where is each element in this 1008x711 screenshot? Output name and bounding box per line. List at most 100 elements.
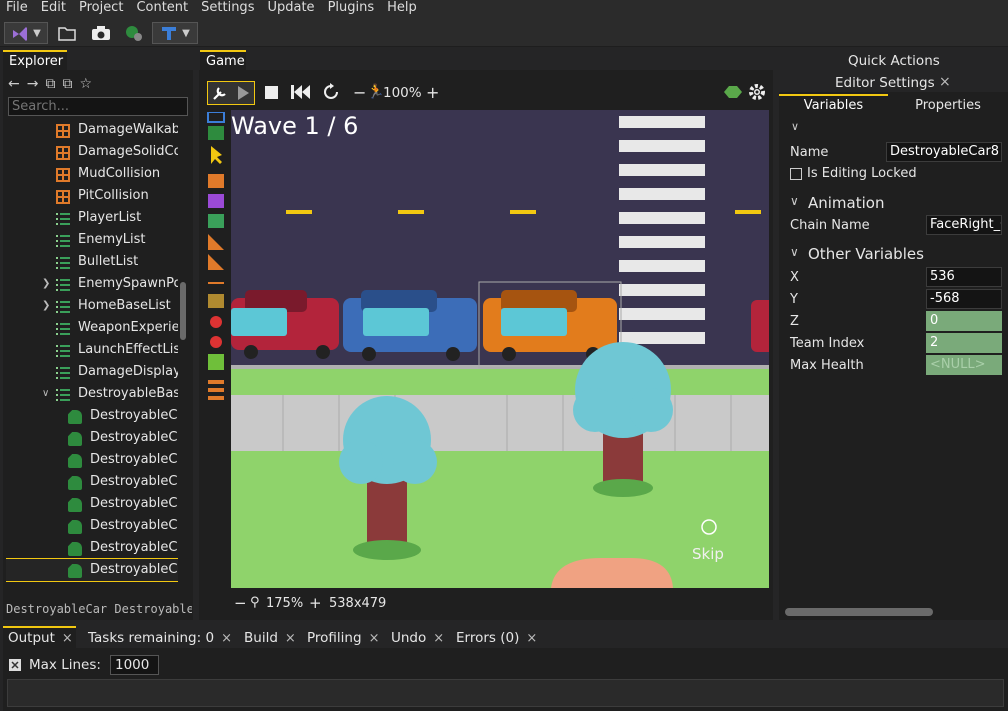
tree-item[interactable]: DamageSolidCo	[6, 141, 178, 163]
close-icon[interactable]: ×	[62, 631, 73, 646]
menu-content[interactable]: Content	[130, 0, 195, 17]
copy-icon[interactable]: ⧉	[62, 76, 72, 92]
open-folder-button[interactable]	[55, 22, 79, 44]
bottom-tab-label: Tasks remaining: 0	[88, 630, 215, 646]
bottom-tab[interactable]: Undo ×	[391, 628, 444, 648]
max-lines-input[interactable]: 1000	[110, 655, 159, 675]
stop-icon[interactable]	[264, 85, 279, 100]
tree-item[interactable]: DestroyableCa	[6, 471, 178, 493]
close-icon[interactable]: ×	[221, 631, 232, 646]
tab-variables[interactable]: Variables	[779, 94, 888, 114]
close-icon[interactable]: ×	[433, 631, 444, 646]
name-field[interactable]: DestroyableCar8	[886, 142, 1002, 162]
bottom-tab[interactable]: Profiling ×	[307, 628, 379, 648]
close-icon[interactable]: ×	[939, 74, 951, 90]
menu-settings[interactable]: Settings	[195, 0, 261, 17]
collapse-all-icon[interactable]: ⧉	[45, 76, 55, 92]
collapse-chevron-icon[interactable]: ∨	[791, 120, 799, 133]
tree-item[interactable]: DamageWalkab	[6, 119, 178, 141]
menu-plugins[interactable]: Plugins	[322, 0, 382, 17]
collapse-arrow-icon[interactable]: ∨	[42, 383, 49, 405]
tree-item[interactable]: DestroyableCa	[6, 493, 178, 515]
editing-locked-checkbox[interactable]	[790, 167, 802, 180]
tree-item[interactable]: ❯ HomeBaseList	[6, 295, 178, 317]
explorer-tree: DamageWalkab DamageSolidCo MudCollision Pit…	[6, 119, 178, 587]
menu-help[interactable]: Help	[381, 0, 424, 17]
restart-icon[interactable]	[290, 84, 312, 100]
tree-item[interactable]: DamageDisplay	[6, 361, 178, 383]
tree-item[interactable]: ❯ EnemySpawnPo	[6, 273, 178, 295]
tab-editor-settings[interactable]: Editor Settings	[835, 75, 935, 91]
tree-item[interactable]: PlayerList	[6, 207, 178, 229]
speed-decrease-button[interactable]: −	[353, 83, 366, 102]
close-icon[interactable]: ×	[369, 631, 380, 646]
properties-scrollbar[interactable]	[785, 608, 933, 616]
settings-gear-icon[interactable]	[748, 83, 766, 101]
tiled-dropdown[interactable]: ▼	[152, 22, 198, 44]
play-icon[interactable]	[235, 84, 251, 102]
variable-value-field[interactable]: -568	[926, 289, 1002, 309]
entity-icon	[68, 542, 82, 556]
close-icon[interactable]: ×	[285, 631, 296, 646]
menu-edit[interactable]: Edit	[35, 0, 73, 17]
tree-item[interactable]: DestroyableCa	[6, 537, 178, 559]
screenshot-button[interactable]	[89, 22, 113, 44]
skip-button[interactable]: Skip	[692, 545, 724, 563]
menu-project[interactable]: Project	[73, 0, 130, 17]
tree-item[interactable]: LaunchEffectLis	[6, 339, 178, 361]
speed-increase-button[interactable]: +	[426, 83, 439, 102]
menu-file[interactable]: File	[0, 0, 35, 17]
bottom-tab[interactable]: Build ×	[244, 628, 296, 648]
other-variables-section[interactable]: ∨ Other Variables	[784, 245, 1002, 265]
output-textarea[interactable]	[7, 679, 1004, 707]
tree-item[interactable]: DestroyableCa	[6, 405, 178, 427]
visual-studio-dropdown[interactable]: ▼	[4, 22, 48, 44]
tree-item[interactable]: MudCollision	[6, 163, 178, 185]
variable-value-field[interactable]: 2	[926, 333, 1002, 353]
zoom-out-button[interactable]: −	[234, 594, 247, 612]
tree-item[interactable]: ∨ DestroyableBas	[6, 383, 178, 405]
tab-explorer[interactable]: Explorer	[3, 50, 67, 70]
tree-item[interactable]: DestroyableCa	[6, 515, 178, 537]
plugin-button[interactable]	[122, 22, 146, 44]
forward-icon[interactable]: →	[27, 76, 39, 92]
refresh-icon[interactable]	[322, 83, 340, 101]
animation-section[interactable]: ∨ Animation	[784, 194, 1002, 214]
favorite-icon[interactable]: ☆	[79, 76, 92, 92]
tree-item-label: PitCollision	[78, 188, 149, 203]
tree-item[interactable]: DestroyableCa	[6, 558, 178, 582]
zoom-in-button[interactable]: +	[309, 594, 322, 612]
bottom-tab[interactable]: Output ×	[8, 628, 73, 648]
toolbar: ▼ ▼	[0, 17, 1008, 47]
clear-output-icon[interactable]	[8, 658, 22, 672]
tree-item[interactable]: PitCollision	[6, 185, 178, 207]
variable-row: Max Health <NULL>	[784, 354, 1002, 376]
variable-value-field[interactable]: <NULL>	[926, 355, 1002, 375]
tile-tools[interactable]	[205, 112, 227, 408]
variable-value-field[interactable]: 536	[926, 267, 1002, 287]
tree-item[interactable]: DestroyableCa	[6, 427, 178, 449]
expand-arrow-icon[interactable]: ❯	[42, 273, 50, 295]
gem-icon[interactable]	[724, 85, 742, 99]
bottom-tab[interactable]: Errors (0) ×	[456, 628, 537, 648]
tree-item[interactable]: DestroyableCa	[6, 449, 178, 471]
close-icon[interactable]: ×	[526, 631, 537, 646]
tab-game[interactable]: Game	[200, 50, 246, 70]
variable-value-field[interactable]: 0	[926, 311, 1002, 331]
tree-item[interactable]: WeaponExperie	[6, 317, 178, 339]
menu-update[interactable]: Update	[261, 0, 321, 17]
wrench-icon[interactable]	[211, 84, 229, 102]
back-icon[interactable]: ←	[8, 76, 20, 92]
tree-item[interactable]: BulletList	[6, 251, 178, 273]
list-icon	[56, 256, 70, 270]
bottom-tab[interactable]: Tasks remaining: 0 ×	[88, 628, 232, 648]
tab-properties[interactable]: Properties	[894, 96, 1002, 116]
quick-actions-title[interactable]: Quick Actions	[848, 53, 940, 69]
game-viewport[interactable]	[231, 110, 769, 588]
chain-name-field[interactable]: FaceRight_C	[926, 215, 1002, 235]
explorer-search-input[interactable]	[8, 97, 188, 116]
explorer-scrollbar[interactable]	[180, 282, 186, 340]
expand-arrow-icon[interactable]: ❯	[42, 295, 50, 317]
tree-item[interactable]: EnemyList	[6, 229, 178, 251]
tree-item-label: DestroyableCa	[90, 518, 178, 533]
